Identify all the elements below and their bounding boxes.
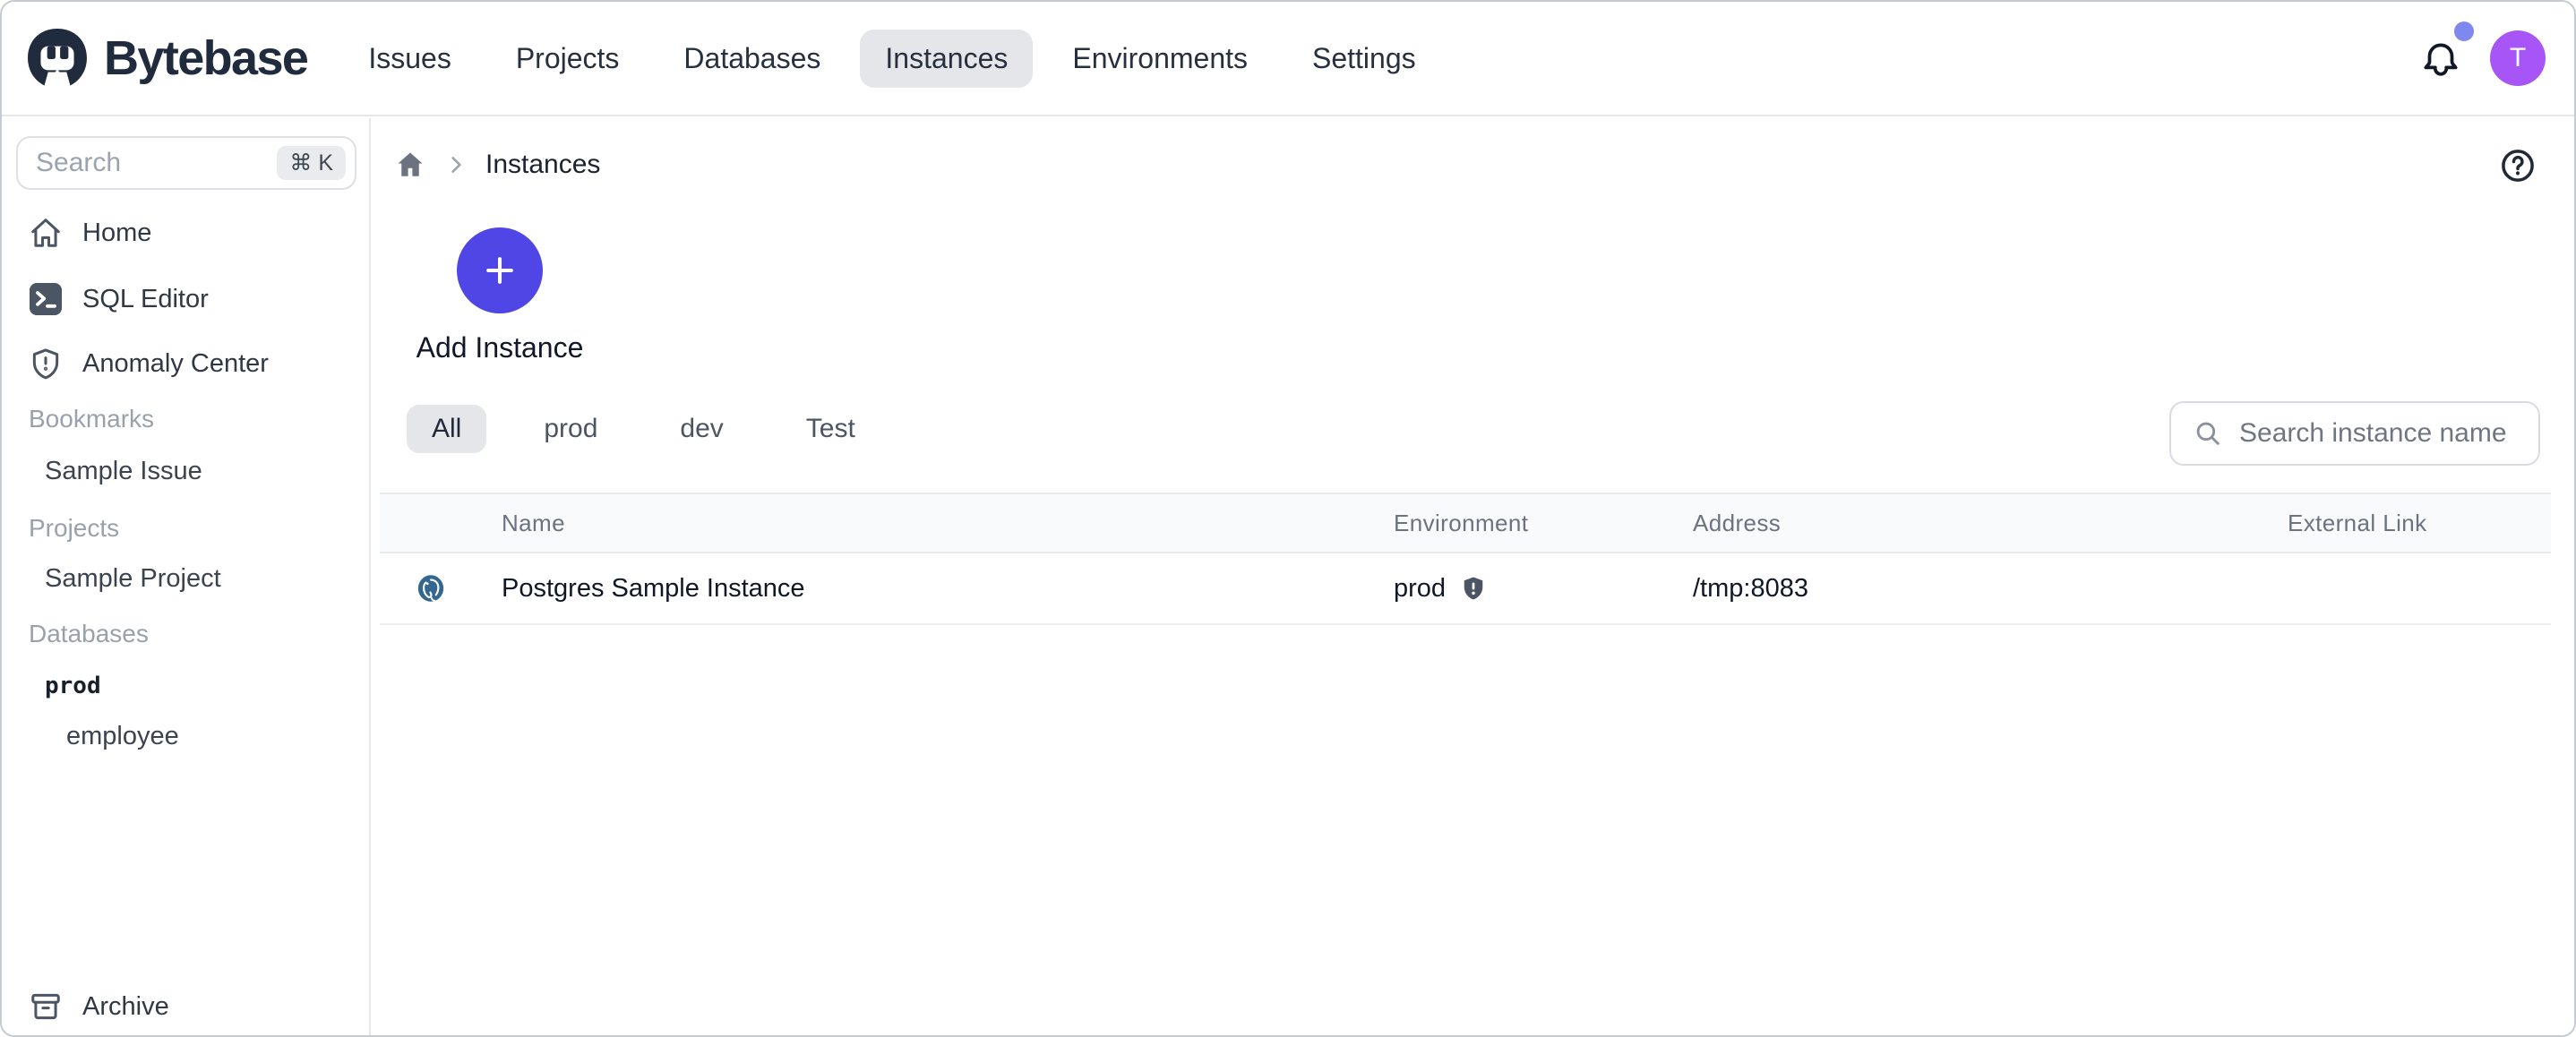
instance-address: /tmp:8083 (1693, 574, 2288, 604)
instance-search-input[interactable]: Search instance name (2169, 401, 2540, 466)
notification-bell-button[interactable] (2418, 36, 2463, 81)
instance-search-placeholder: Search instance name (2239, 418, 2507, 449)
plus-icon (480, 251, 519, 290)
brand-wordmark: Bytebase (104, 30, 307, 86)
sidebar-section-projects: Projects (29, 510, 119, 546)
tab-dev[interactable]: dev (655, 405, 748, 453)
column-header-external-link: External Link (2288, 510, 2551, 537)
search-shortcut-badge: ⌘ K (277, 146, 346, 180)
terminal-icon (29, 282, 63, 316)
shield-alert-icon (29, 347, 63, 381)
bytebase-app-window: Bytebase Issues Projects Databases Insta… (0, 0, 2576, 1037)
search-icon (2193, 418, 2223, 449)
environment-filter-tabs: All prod dev Test (407, 405, 880, 453)
instance-name[interactable]: Postgres Sample Instance (502, 574, 1394, 604)
table-header-row: Name Environment Address External Link (380, 493, 2551, 553)
column-header-environment: Environment (1394, 510, 1693, 537)
instances-table: Name Environment Address External Link (380, 493, 2551, 625)
home-icon[interactable] (394, 149, 426, 181)
avatar-initial: T (2510, 43, 2526, 73)
sidebar-section-databases: Databases (29, 616, 149, 652)
postgresql-icon (416, 573, 446, 604)
sidebar: Search ⌘ K Home SQL Editor (2, 118, 371, 1035)
tab-prod[interactable]: prod (519, 405, 623, 453)
main-content: Instances Add Instance All (371, 118, 2574, 1035)
nav-item-projects[interactable]: Projects (491, 30, 645, 88)
nav-item-instances[interactable]: Instances (860, 30, 1033, 88)
add-instance-label: Add Instance (371, 331, 629, 364)
engine-icon-cell (380, 573, 502, 604)
sidebar-item-sample-project[interactable]: Sample Project (45, 553, 221, 604)
nav-item-environments[interactable]: Environments (1047, 30, 1273, 88)
home-icon (29, 216, 63, 250)
avatar[interactable]: T (2490, 30, 2546, 86)
nav-item-databases[interactable]: Databases (658, 30, 846, 88)
sidebar-item-sample-issue[interactable]: Sample Issue (45, 446, 202, 496)
bytebase-logo-icon (27, 28, 88, 89)
sidebar-item-label: SQL Editor (82, 285, 209, 314)
sidebar-item-db-employee[interactable]: employee (66, 711, 179, 761)
sidebar-item-db-prod[interactable]: prod (45, 661, 101, 711)
breadcrumb-current: Instances (485, 150, 600, 180)
sidebar-item-archive[interactable]: Archive (29, 981, 169, 1032)
environment-name: prod (1394, 574, 1446, 604)
tab-test[interactable]: Test (781, 405, 880, 453)
chevron-right-icon (444, 153, 468, 176)
help-button[interactable] (2499, 147, 2537, 184)
sidebar-item-sql-editor[interactable]: SQL Editor (29, 274, 209, 324)
sidebar-item-home[interactable]: Home (29, 208, 151, 258)
sidebar-item-label: Home (82, 219, 151, 248)
bytebase-logo[interactable]: Bytebase (27, 28, 307, 89)
table-row[interactable]: Postgres Sample Instance prod /tmp:8083 (380, 553, 2551, 625)
shield-icon (1460, 575, 1487, 602)
sidebar-item-label: Anomaly Center (82, 349, 269, 379)
add-instance-button[interactable]: Add Instance (371, 227, 629, 364)
sidebar-search-input[interactable]: Search ⌘ K (16, 136, 356, 190)
nav-item-issues[interactable]: Issues (343, 30, 476, 88)
archive-icon (29, 990, 63, 1024)
nav-item-settings[interactable]: Settings (1287, 30, 1441, 88)
nav-right-group: T (2418, 30, 2546, 86)
sidebar-item-anomaly-center[interactable]: Anomaly Center (29, 339, 269, 389)
help-icon (2499, 147, 2537, 184)
notification-dot (2454, 21, 2474, 41)
main-menu: Issues Projects Databases Instances Envi… (343, 30, 1440, 88)
tab-all[interactable]: All (407, 405, 486, 453)
bell-icon (2418, 36, 2463, 81)
top-navigation-bar: Bytebase Issues Projects Databases Insta… (2, 2, 2574, 116)
sidebar-section-bookmarks: Bookmarks (29, 401, 154, 437)
sidebar-item-label: Archive (82, 992, 169, 1022)
column-header-name: Name (502, 510, 1394, 537)
sidebar-search-placeholder: Search (36, 148, 121, 178)
breadcrumb: Instances (394, 140, 600, 190)
column-header-address: Address (1693, 510, 2288, 537)
add-instance-circle[interactable] (457, 227, 543, 313)
instance-environment-cell: prod (1394, 574, 1693, 604)
